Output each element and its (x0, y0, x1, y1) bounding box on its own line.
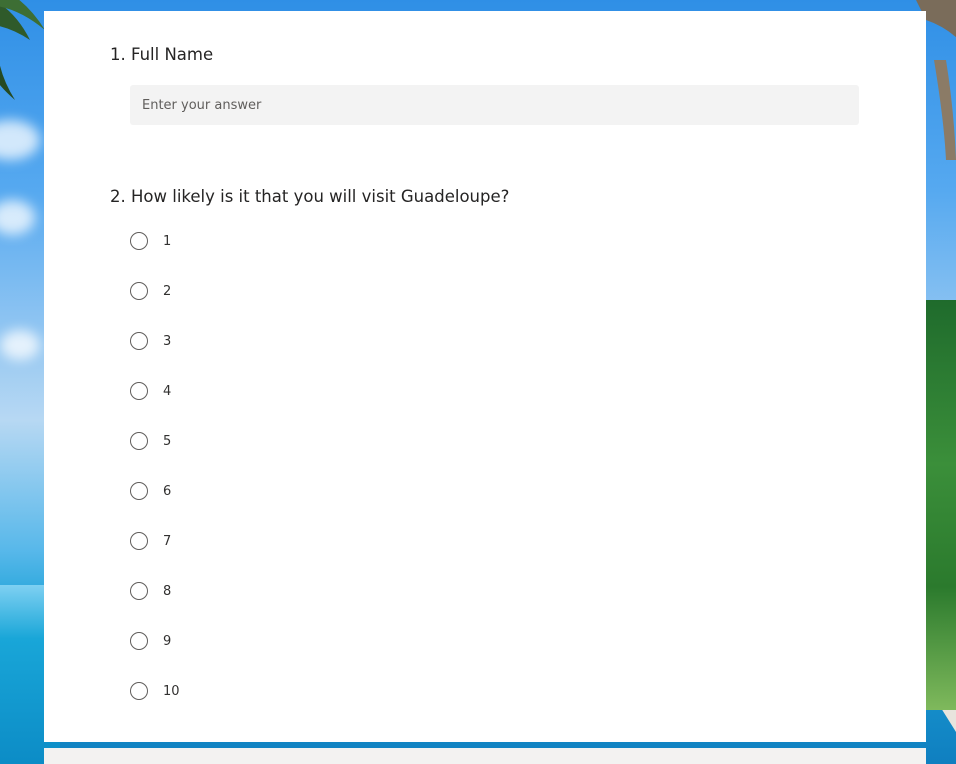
radio-circle-icon[interactable] (130, 382, 148, 400)
radio-option-label: 2 (163, 283, 172, 299)
radio-option-label: 3 (163, 333, 172, 349)
radio-option-9[interactable]: 9 (130, 629, 171, 653)
radio-option-8[interactable]: 8 (130, 579, 171, 603)
radio-circle-icon[interactable] (130, 582, 148, 600)
radio-option-label: 6 (163, 483, 172, 499)
radio-option-6[interactable]: 6 (130, 479, 171, 503)
radio-option-label: 4 (163, 383, 172, 399)
radio-option-1[interactable]: 1 (130, 229, 171, 253)
question-2-title: 2. How likely is it that you will visit … (110, 187, 510, 206)
radio-circle-icon[interactable] (130, 682, 148, 700)
radio-option-label: 1 (163, 233, 172, 249)
radio-option-5[interactable]: 5 (130, 429, 171, 453)
radio-option-2[interactable]: 2 (130, 279, 171, 303)
radio-option-label: 7 (163, 533, 172, 549)
radio-option-7[interactable]: 7 (130, 529, 171, 553)
next-section-bar (44, 748, 926, 764)
radio-circle-icon[interactable] (130, 332, 148, 350)
radio-option-3[interactable]: 3 (130, 329, 171, 353)
radio-option-4[interactable]: 4 (130, 379, 171, 403)
radio-circle-icon[interactable] (130, 432, 148, 450)
full-name-input[interactable] (130, 85, 859, 125)
radio-option-label: 9 (163, 633, 172, 649)
radio-circle-icon[interactable] (130, 282, 148, 300)
radio-option-label: 8 (163, 583, 172, 599)
question-1-title: 1. Full Name (110, 45, 214, 64)
radio-option-10[interactable]: 10 (130, 679, 180, 703)
form-card: 1. Full Name 2. How likely is it that yo… (44, 11, 926, 742)
island-greenery (924, 300, 956, 710)
radio-circle-icon[interactable] (130, 482, 148, 500)
radio-circle-icon[interactable] (130, 232, 148, 250)
radio-option-label: 10 (163, 683, 180, 699)
radio-circle-icon[interactable] (130, 532, 148, 550)
radio-circle-icon[interactable] (130, 632, 148, 650)
radio-option-label: 5 (163, 433, 172, 449)
